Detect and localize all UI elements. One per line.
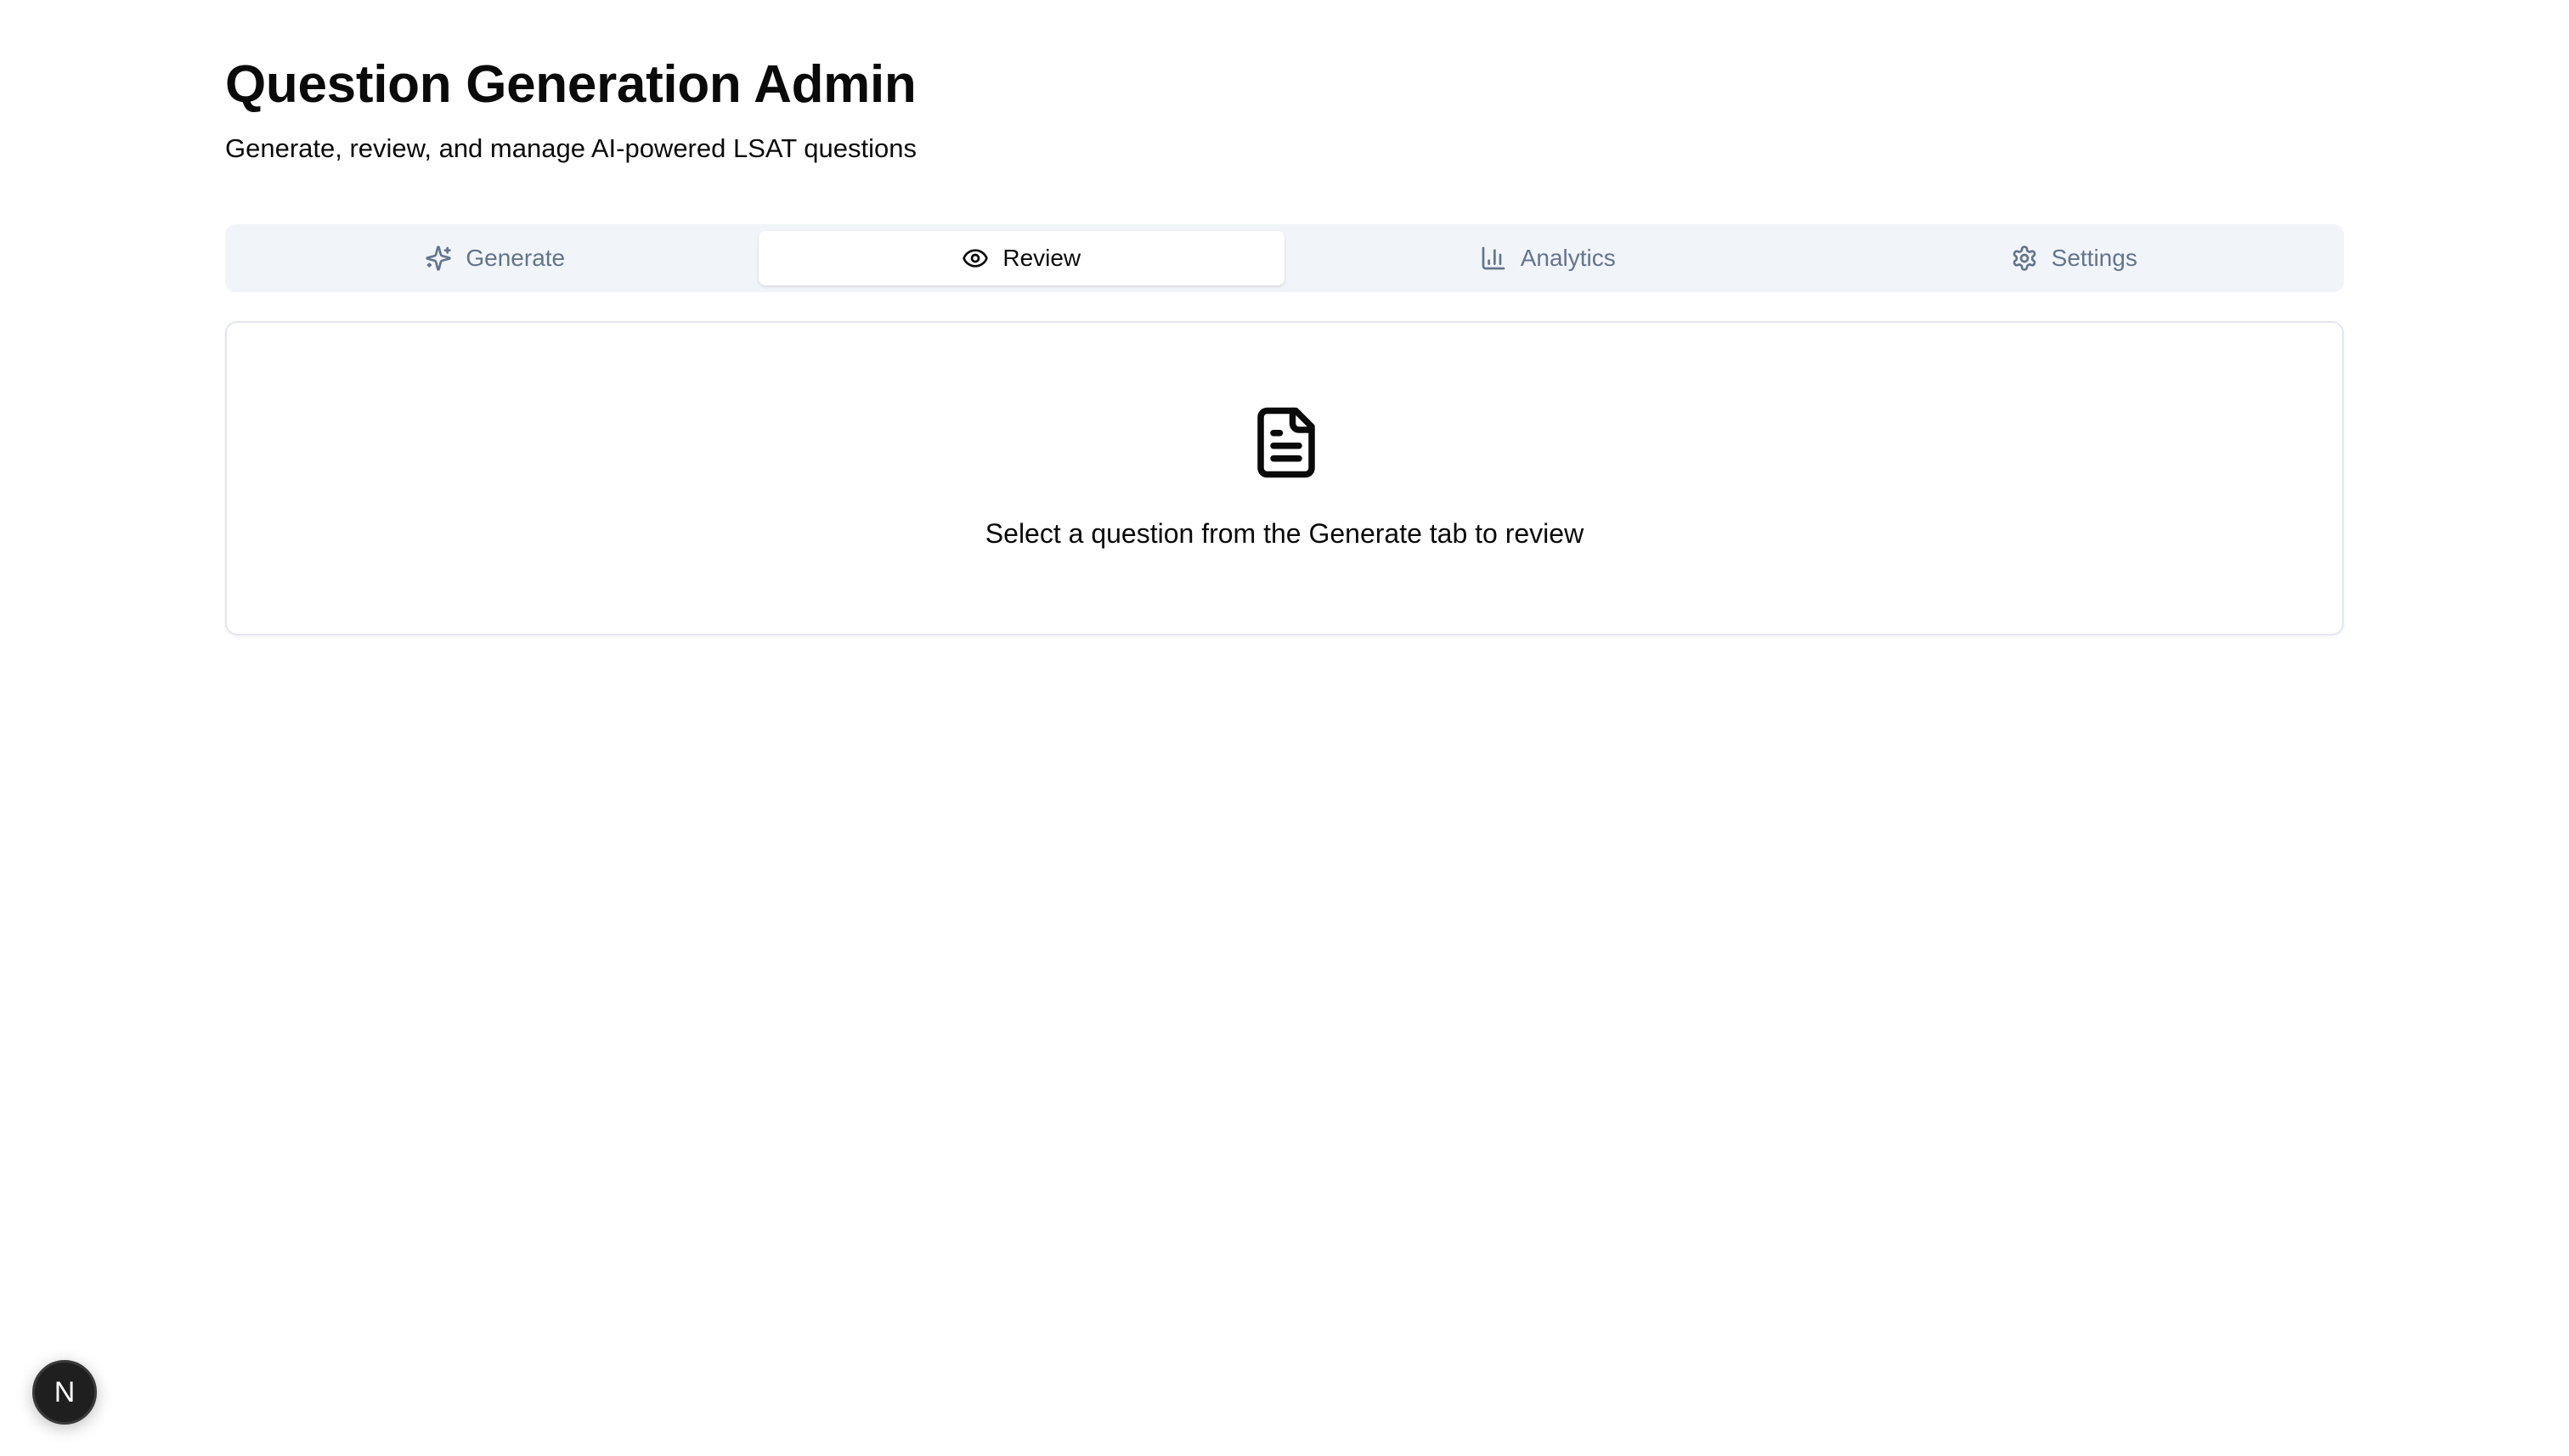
tab-label-settings: Settings xyxy=(2051,245,2137,271)
page: Question Generation Admin Generate, revi… xyxy=(0,0,2569,1456)
nextjs-dev-tools-button[interactable]: N xyxy=(32,1360,97,1425)
tab-review[interactable]: Review xyxy=(758,231,1284,285)
gear-icon xyxy=(2011,245,2038,272)
tab-generate[interactable]: Generate xyxy=(232,231,759,285)
tab-label-generate: Generate xyxy=(466,245,566,271)
page-subtitle: Generate, review, and manage AI-powered … xyxy=(225,133,917,163)
page-title: Question Generation Admin xyxy=(225,55,917,114)
bar-chart-icon xyxy=(1480,245,1507,272)
sparkles-icon xyxy=(425,245,452,272)
eye-icon xyxy=(962,245,989,272)
tab-label-review: Review xyxy=(1002,245,1081,271)
nextjs-logo-icon: N xyxy=(54,1375,76,1408)
empty-state-message: Select a question from the Generate tab … xyxy=(985,518,1584,549)
tab-analytics[interactable]: Analytics xyxy=(1284,231,1811,285)
tab-list: Generate Review Analytics Settings xyxy=(225,224,2344,292)
tab-label-analytics: Analytics xyxy=(1520,245,1616,271)
tab-settings[interactable]: Settings xyxy=(1811,231,2338,285)
review-empty-state-card: Select a question from the Generate tab … xyxy=(225,321,2344,635)
file-text-icon xyxy=(1248,404,1324,481)
